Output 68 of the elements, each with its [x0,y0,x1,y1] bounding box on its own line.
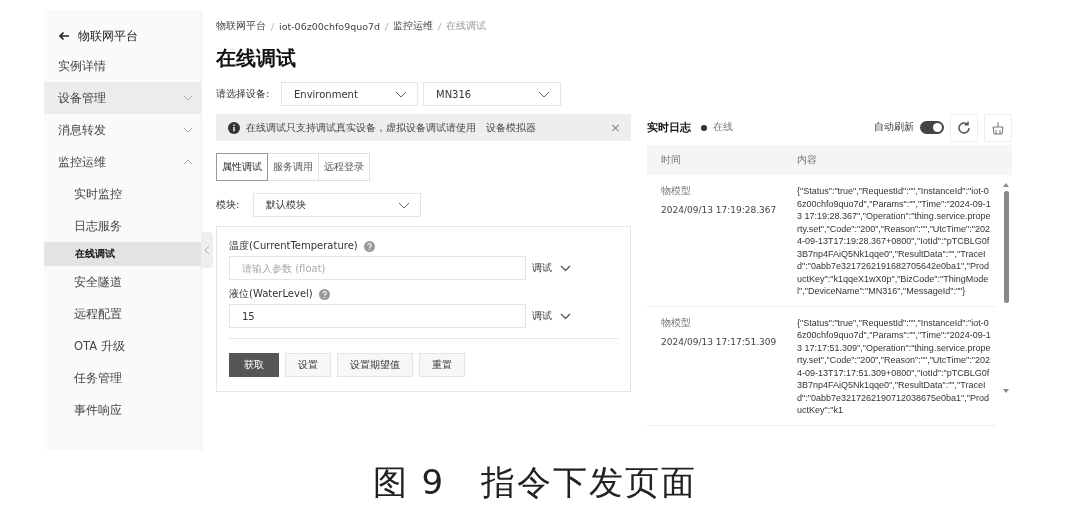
debug-dropdown[interactable]: 调试 [532,309,571,323]
log-title: 实时日志 [647,120,691,135]
module-select[interactable]: 默认模块 [253,193,421,217]
sidebar-item[interactable]: 设备管理 [44,82,201,114]
notice-text: 在线调试只支持调试真实设备，虚拟设备调试请使用 [246,120,476,135]
sidebar-item[interactable]: 事件响应 [44,394,201,426]
sidebar-item[interactable]: 消息转发 [44,114,201,146]
parameter-input[interactable]: 15 [229,304,526,328]
sidebar-item[interactable]: 日志服务 [44,210,201,242]
simulator-link[interactable]: 设备模拟器 [486,120,536,135]
chevron-down-icon [560,264,571,272]
sidebar-item[interactable]: 实时监控 [44,178,201,210]
breadcrumb-link[interactable]: 物联网平台 [216,20,266,33]
auto-refresh-toggle[interactable] [920,121,944,134]
clear-button[interactable] [984,113,1012,142]
tab[interactable]: 服务调用 [267,153,319,181]
sidebar-item[interactable]: 任务管理 [44,362,201,394]
brush-icon [991,120,1005,135]
device-label: 请选择设备: [216,87,271,101]
sidebar-item[interactable]: 在线调试 [44,242,201,266]
chevron-icon [183,159,193,165]
chevron-icon [183,127,193,133]
chevron-down-icon [560,312,571,320]
scrollbar[interactable] [1002,183,1010,393]
status-text: 在线 [713,121,733,134]
tab[interactable]: 属性调试 [216,153,268,181]
action-button[interactable]: 重置 [419,353,465,377]
column-header: 时间 [660,153,682,167]
back-link[interactable]: 物联网平台 [44,22,201,50]
debug-dropdown[interactable]: 调试 [532,261,571,275]
chevron-down-icon [538,90,550,98]
info-icon [228,121,240,134]
column-header: 内容 [797,153,818,167]
help-icon[interactable] [318,288,330,300]
sidebar-item[interactable]: 实例详情 [44,50,201,82]
refresh-button[interactable] [950,113,978,142]
tab[interactable]: 远程登录 [318,153,370,181]
collapse-handle[interactable] [201,232,213,268]
auto-refresh-label: 自动刷新 [874,121,914,134]
chevron-icon [183,95,193,101]
page-title: 在线调试 [216,45,297,72]
sidebar-item[interactable]: 监控运维 [44,146,201,178]
chevron-down-icon [395,90,407,98]
back-arrow-icon [58,31,70,41]
log-time: 2024/09/13 17:17:51.309 [661,336,778,347]
breadcrumb-link[interactable]: iot-06z00chfo9quo7d [279,21,381,32]
sidebar-item[interactable]: 远程配置 [44,298,201,330]
log-time: 2024/09/13 17:19:28.367 [661,205,778,215]
action-button[interactable]: 设置期望值 [337,353,413,377]
chevron-down-icon [398,201,410,209]
sidebar-item[interactable]: OTA 升级 [44,330,201,362]
log-content: {"Status":"true","RequestId":"","InstanceId":"iot-06z00chfo9quo7d","Params":"","Time":"2024-09-13 17:17:51.309","Operation":"thing.service.property.set","Code":"200","Reason":"","UtcTime":"2024-09-13T17:17:51.309+0800","IotId":"pTCBLG0f3B7np4FAiQ5Nk1qqe0","ResultData":"","TraceId":"0abb7e3217262190712038675e0ba1","ProductKey":"k1 [797,316,992,417]
log-type: 物模型 [661,185,692,198]
log-type: 物模型 [661,316,692,330]
product-select[interactable]: Environment [281,82,418,106]
action-button[interactable]: 设置 [285,353,331,377]
property-label: 温度(CurrentTemperature) [229,239,358,253]
sidebar-item[interactable]: 安全隧道 [44,266,201,298]
module-label: 模块: [216,198,240,212]
log-content: {"Status":"true","RequestId":"","InstanceId":"iot-06z00chfo9quo7d","Params":"","Time":"2024-09-13 17:19:28.367","Operation":"thing.service.property.set","Code":"200","Reason":"","UtcTime":"2024-09-13T17:19:28.367+0800","IotId":"pTCBLG0f3B7np4FAiQ5Nk1qqe0","ResultData":"","TraceId":"0abb7e3217262191682705642e0ba1","ProductKey":"k1qqeX1wX0p","BizCode":"ThingModel","DeviceName":"MN316","MessageId":""} [797,185,992,298]
refresh-icon [956,119,972,136]
figure-caption: 图 9 指令下发页面 [372,461,698,504]
help-icon[interactable] [363,240,375,252]
parameter-input[interactable]: 请输入参数 (float) [229,256,526,280]
breadcrumb-link[interactable]: 监控运维 [393,20,434,33]
device-select[interactable]: MN316 [423,82,561,106]
action-button[interactable]: 获取 [229,353,279,377]
property-label: 液位(WaterLevel) [229,287,313,301]
